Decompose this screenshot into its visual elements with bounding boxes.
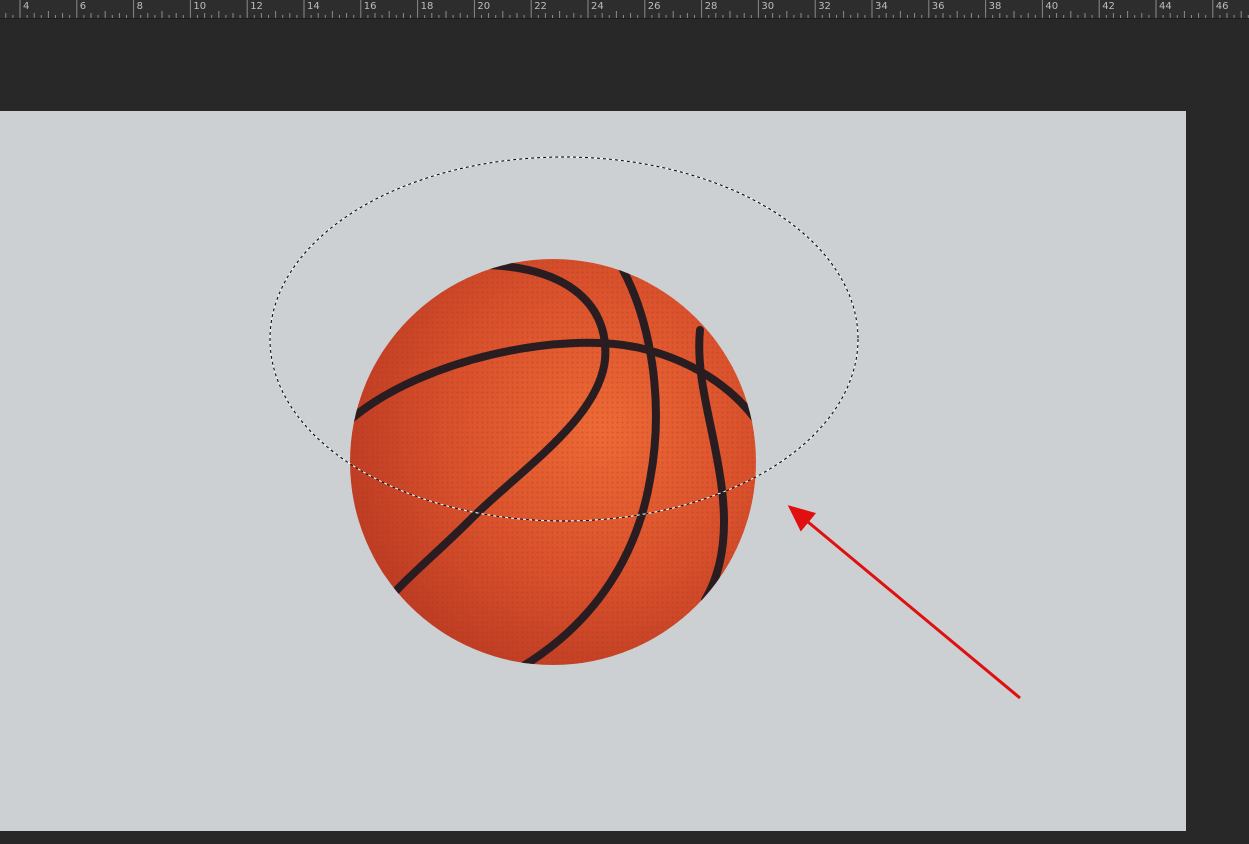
ruler-ticks [5, 0, 1249, 18]
ruler-label: 16 [363, 1, 377, 12]
ruler-label: 6 [79, 1, 87, 12]
ruler-label: 14 [307, 1, 320, 12]
ruler-label: 28 [704, 1, 718, 12]
ruler-label: 20 [477, 1, 491, 12]
ruler-label: 10 [193, 1, 207, 12]
ruler-label: 44 [1159, 1, 1172, 12]
ruler-label: 36 [931, 1, 945, 12]
horizontal-ruler[interactable]: 4 6 8 10 12 14 16 18 20 22 24 26 28 30 32 34 36 38 40 42 44 4… [0, 0, 1249, 19]
ruler-label: 30 [761, 1, 775, 12]
ruler-label: 12 [250, 1, 263, 12]
ruler-label: 34 [875, 1, 888, 12]
ruler-label: 8 [136, 1, 143, 12]
ruler-label: 4 [23, 1, 30, 12]
ruler-label: 18 [420, 1, 434, 12]
ruler-label: 22 [534, 1, 547, 12]
ruler-label: 40 [1045, 1, 1059, 12]
ruler-label: 24 [591, 1, 604, 12]
ruler-label: 32 [818, 1, 831, 12]
ruler-label: 38 [988, 1, 1002, 12]
ruler-label: 42 [1102, 1, 1115, 12]
ruler-label: 26 [647, 1, 661, 12]
document-canvas[interactable] [0, 111, 1186, 831]
ruler-label: 46 [1215, 1, 1229, 12]
